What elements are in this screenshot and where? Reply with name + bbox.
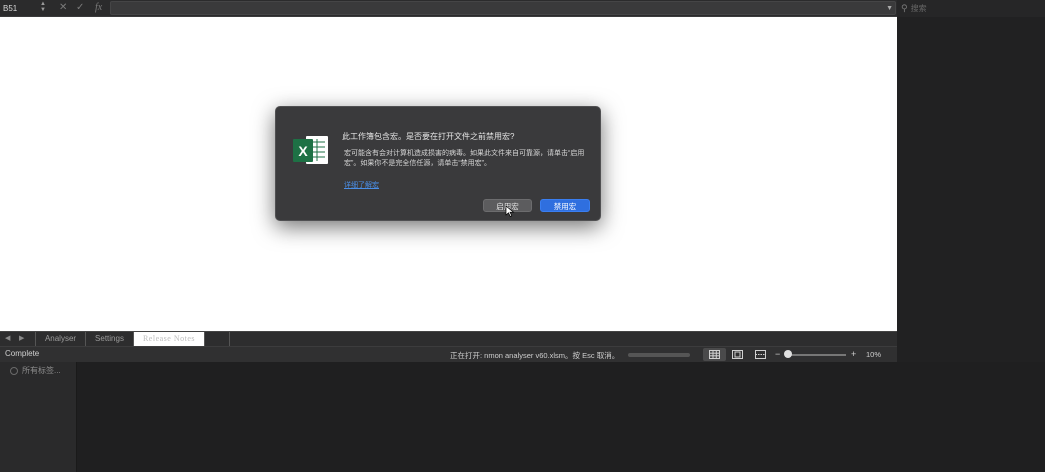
formula-expand-icon[interactable]: ▼ [886, 2, 893, 15]
macro-warning-dialog: X 此工作簿包含宏。是否要在打开文件之前禁用宏? 宏可能含有会对计算机造成损害的… [275, 106, 601, 221]
formula-input[interactable]: ▼ [110, 1, 896, 15]
excel-app-icon: X [293, 136, 328, 164]
learn-more-link[interactable]: 详细了解宏 [344, 180, 379, 190]
tab-scroll-right-icon[interactable]: ▶ [19, 333, 24, 345]
dialog-title: 此工作簿包含宏。是否要在打开文件之前禁用宏? [342, 132, 515, 141]
page-break-preview-button[interactable] [749, 348, 772, 361]
status-text: Complete [5, 349, 40, 358]
tag-circle-icon [10, 366, 18, 375]
dialog-message: 宏可能含有会对计算机造成损害的病毒。如果此文件来自可靠源，请单击“启用宏”。如果… [344, 150, 585, 167]
page-layout-icon [732, 350, 743, 359]
confirm-icon[interactable]: ✓ [76, 2, 84, 14]
sidebar-item-all-tags[interactable]: 所有标签... [10, 365, 61, 376]
zoom-slider-thumb[interactable] [784, 350, 792, 358]
tab-scroll-left-icon[interactable]: ◀ [5, 333, 10, 345]
right-panel [897, 17, 1045, 362]
cell-reference: B51 [3, 4, 18, 13]
name-box-stepper-icon[interactable]: ▲ ▼ [40, 1, 46, 13]
add-sheet-tab[interactable] [205, 332, 230, 346]
tab-analyser[interactable]: Analyser [35, 332, 86, 346]
mouse-cursor-icon [505, 205, 515, 217]
page-layout-view-button[interactable] [726, 348, 749, 361]
grid-view-icon [709, 350, 720, 359]
tags-sidebar: 所有标签... [0, 362, 77, 472]
tab-release-notes[interactable]: Release Notes [134, 332, 205, 346]
zoom-slider[interactable] [786, 354, 846, 356]
formula-bar: B51 ▲ ▼ ✕ ✓ fx ▼ [0, 0, 897, 17]
page-break-icon [755, 350, 766, 359]
excel-icon-letter: X [298, 143, 308, 159]
zoom-level[interactable]: 10% [866, 350, 881, 359]
tab-settings[interactable]: Settings [86, 332, 134, 346]
tab-label: Settings [95, 334, 124, 343]
zoom-out-icon[interactable]: − [775, 348, 780, 360]
opening-message: 正在打开: nmon analyser v60.xlsm。按 Esc 取消。 [450, 351, 620, 360]
sheet-tabs-bar: ◀ ▶ Analyser Settings Release Notes [0, 331, 897, 346]
search-box[interactable]: ⚲ 搜索 [897, 0, 1045, 17]
function-icon[interactable]: fx [95, 2, 102, 14]
search-placeholder: 搜索 [910, 4, 927, 13]
status-bar: Complete 正在打开: nmon analyser v60.xlsm。按 … [0, 346, 897, 362]
sidebar-item-label: 所有标签... [22, 366, 61, 375]
normal-view-button[interactable] [703, 348, 726, 361]
tab-label: Analyser [44, 334, 77, 343]
background-window [77, 362, 1045, 472]
search-icon: ⚲ [901, 3, 908, 13]
disable-macros-button[interactable]: 禁用宏 [540, 199, 590, 212]
cancel-icon[interactable]: ✕ [59, 2, 67, 14]
zoom-in-icon[interactable]: + [851, 348, 856, 360]
progress-bar [628, 353, 690, 357]
tab-label: Release Notes [142, 334, 196, 343]
